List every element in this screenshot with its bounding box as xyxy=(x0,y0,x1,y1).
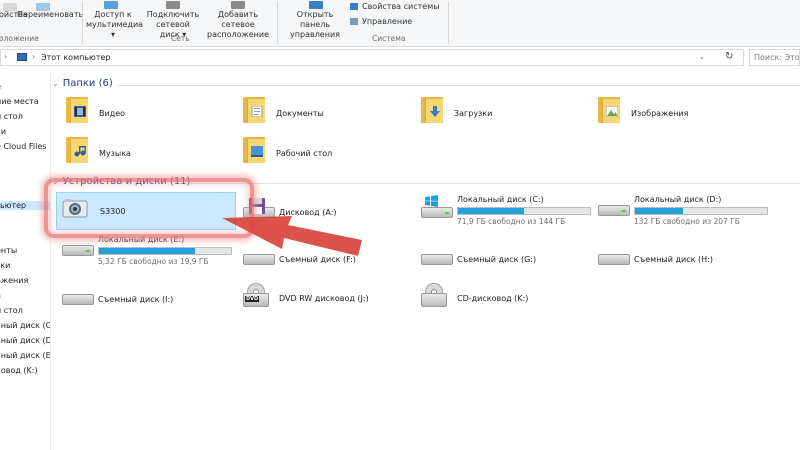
disk-usage-bar xyxy=(457,207,591,215)
nav-item[interactable]: ки xyxy=(0,127,6,136)
control-panel-icon xyxy=(309,1,323,9)
annotation-highlight xyxy=(44,178,254,238)
computer-icon xyxy=(17,53,27,61)
drive-free-space: 132 ГБ свободно из 207 ГБ xyxy=(634,217,740,226)
drive-name: Локальный диск (C:) xyxy=(457,195,544,204)
folder-name: Видео xyxy=(99,109,126,118)
removable-drive-icon xyxy=(421,244,455,270)
navigation-pane: е ние места й стол ки e Cloud Files ьютер енты… xyxy=(0,70,50,450)
drive-name: Съемный диск (F:) xyxy=(279,255,356,264)
nav-item[interactable]: енты xyxy=(0,246,17,255)
nav-item[interactable]: e Cloud Files xyxy=(0,142,46,151)
drive-name: Локальный диск (D:) xyxy=(634,195,722,204)
downloads-folder-icon xyxy=(421,95,443,123)
nav-item[interactable]: ьютер xyxy=(0,201,50,210)
desktop-folder-icon xyxy=(243,135,265,163)
drive-name: CD-дисковод (K:) xyxy=(457,294,529,303)
nav-item[interactable]: ажения xyxy=(0,276,28,285)
drive-free-space: 5,32 ГБ свободно из 19,9 ГБ xyxy=(98,257,209,266)
disk-usage-bar xyxy=(634,207,768,215)
drive-name: DVD RW дисковод (J:) xyxy=(279,294,369,303)
windows-drive-icon xyxy=(421,195,455,221)
nav-item[interactable]: ьный диск (E: xyxy=(0,351,50,360)
map-drive-icon xyxy=(166,1,180,9)
folder-name: Рабочий стол xyxy=(276,149,333,158)
video-folder-icon xyxy=(66,95,88,123)
system-properties-button[interactable]: Свойства системы xyxy=(350,2,440,11)
disk-usage-fill xyxy=(635,208,683,214)
drive-name: Съемный диск (H:) xyxy=(634,255,713,264)
add-location-button[interactable]: Добавить сетевое расположение xyxy=(203,10,273,40)
nav-item[interactable]: ьный диск (C xyxy=(0,321,50,330)
address-row: › › Этот компьютер ⌄ ↻ Поиск: Этот xyxy=(0,48,800,68)
media-access-icon xyxy=(104,1,118,9)
manage-button[interactable]: Управление xyxy=(350,17,412,26)
drive-name: Съемный диск (G:) xyxy=(457,255,537,264)
removable-drive-icon xyxy=(598,244,632,270)
folders-header-label: Папки (6) xyxy=(62,78,113,89)
location-group-label: оложение xyxy=(0,34,39,43)
nav-item[interactable]: ковод (K:) xyxy=(0,366,38,375)
drive-free-space: 71,9 ГБ свободно из 144 ГБ xyxy=(457,217,566,226)
system-group-label: Система xyxy=(372,34,406,43)
control-panel-label: Открыть панель управления xyxy=(290,10,340,39)
dvd-drive-icon: DVD xyxy=(243,283,277,309)
removable-drive-icon xyxy=(62,284,96,310)
music-folder-icon xyxy=(66,135,88,163)
nav-item[interactable]: й стол xyxy=(0,306,23,315)
breadcrumb-path[interactable]: Этот компьютер xyxy=(41,53,110,62)
ribbon-separator xyxy=(277,2,278,44)
nav-item[interactable]: е xyxy=(0,82,1,91)
cd-drive-icon xyxy=(421,283,455,309)
nav-item[interactable]: зки xyxy=(0,261,10,270)
add-location-icon xyxy=(231,1,245,9)
rename-label: Переименовать xyxy=(17,10,84,19)
pane-divider xyxy=(50,70,51,450)
disk-usage-fill xyxy=(99,248,196,254)
hard-drive-icon xyxy=(62,235,96,261)
section-divider xyxy=(190,183,800,184)
refresh-icon[interactable]: ↻ xyxy=(725,51,733,62)
manage-icon xyxy=(350,18,358,25)
nav-item[interactable]: ьный диск (D xyxy=(0,336,50,345)
media-access-label: Доступ к мультимедиа ▾ xyxy=(86,10,144,39)
section-divider xyxy=(118,85,800,86)
manage-label: Управление xyxy=(362,17,413,26)
ribbon: ойства Переименовать оложение Доступ к м… xyxy=(0,0,800,47)
folders-section-header[interactable]: ⌄ Папки (6) xyxy=(52,78,113,89)
folder-name: Изображения xyxy=(631,109,689,118)
folder-name: Музыка xyxy=(99,149,131,158)
drive-name: Дисковод (A:) xyxy=(279,208,337,217)
system-properties-label: Свойства системы xyxy=(362,2,440,11)
removable-drive-icon xyxy=(243,244,277,270)
pictures-folder-icon xyxy=(598,95,620,123)
file-explorer-window: ойства Переименовать оложение Доступ к м… xyxy=(0,0,800,450)
documents-folder-icon xyxy=(243,95,265,123)
hard-drive-icon xyxy=(598,195,632,221)
network-group-label: Сеть xyxy=(171,34,190,43)
nav-item[interactable]: ние места xyxy=(0,97,39,106)
chevron-down-icon: ⌄ xyxy=(52,79,59,88)
disk-usage-fill xyxy=(458,208,524,214)
system-properties-icon xyxy=(350,3,358,10)
media-access-button[interactable]: Доступ к мультимедиа ▾ xyxy=(86,10,144,40)
nav-arrow-icon: › xyxy=(4,52,8,61)
ribbon-separator xyxy=(448,2,449,44)
rename-button[interactable]: Переименовать xyxy=(17,10,83,20)
breadcrumb-chevron-icon: › xyxy=(32,52,36,61)
ribbon-separator xyxy=(82,2,83,44)
folder-name: Документы xyxy=(276,109,324,118)
nav-item[interactable]: й стол xyxy=(0,112,23,121)
chevron-down-icon[interactable]: ⌄ xyxy=(699,53,705,61)
disk-usage-bar xyxy=(98,247,232,255)
add-location-label: Добавить сетевое расположение xyxy=(207,10,269,39)
address-bar[interactable]: › › Этот компьютер ⌄ ↻ xyxy=(0,49,744,66)
folder-name: Загрузки xyxy=(454,109,493,118)
control-panel-button[interactable]: Открыть панель управления xyxy=(281,10,349,40)
search-input[interactable]: Поиск: Этот xyxy=(749,49,800,66)
nav-item[interactable]: а xyxy=(0,291,1,300)
drive-name: Съемный диск (I:) xyxy=(98,295,174,304)
